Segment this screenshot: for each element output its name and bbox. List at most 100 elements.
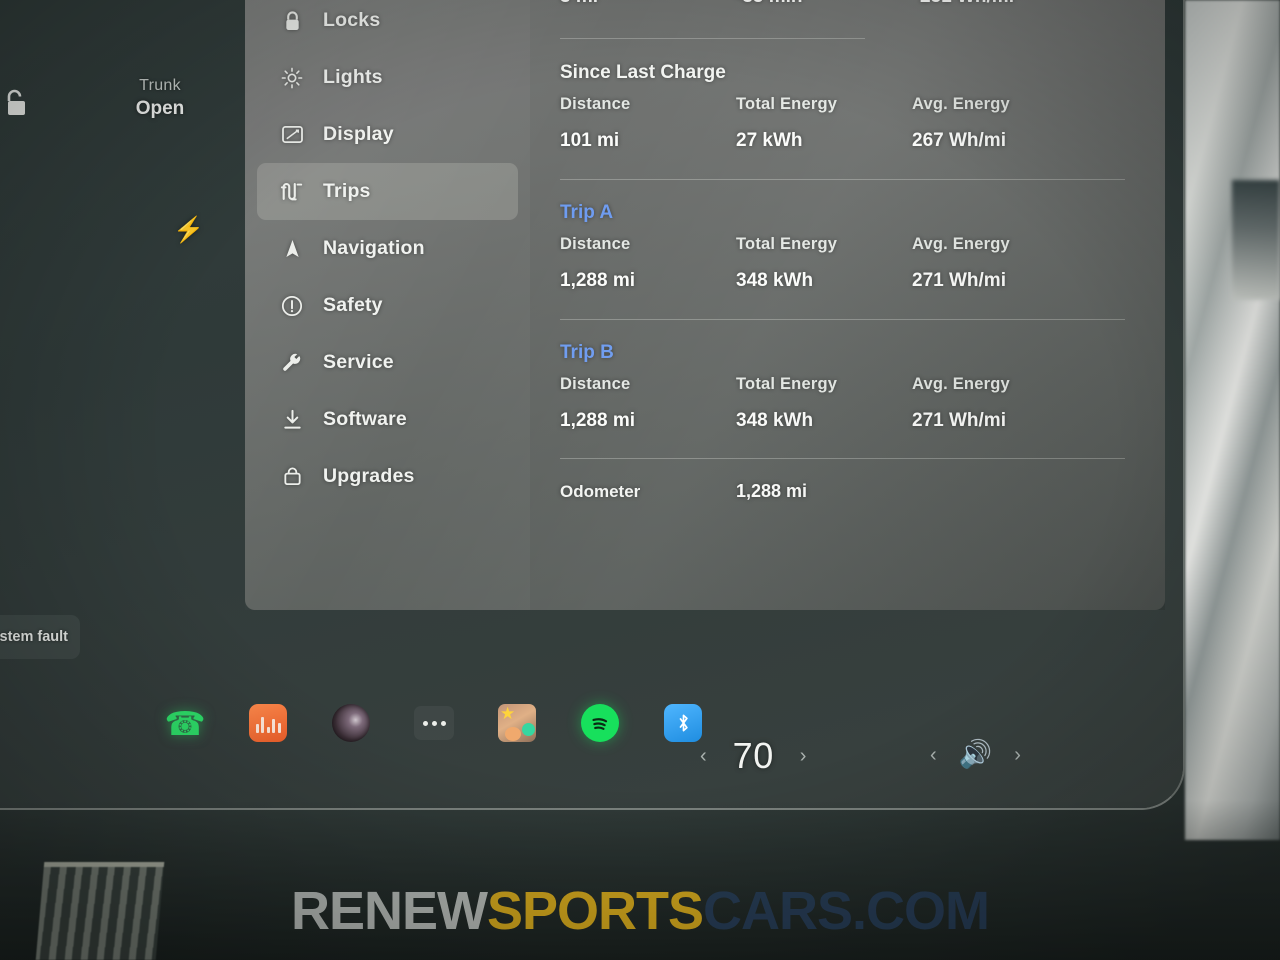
stat-label: Total Energy — [736, 235, 838, 253]
bluetooth-icon[interactable] — [663, 703, 703, 743]
phone-icon[interactable]: ☎ — [164, 703, 205, 743]
trips-icon — [277, 181, 307, 202]
stat-row: Distance 1,288 mi Total Energy 348 kWh A… — [560, 235, 1125, 292]
stat-value: 3 mi — [560, 0, 736, 8]
section-title[interactable]: Trip A — [560, 202, 1125, 224]
climate-control: ‹ 70 › — [700, 735, 806, 777]
sidebar-item-label: Locks — [323, 9, 381, 31]
bag-icon — [277, 466, 307, 487]
stat-label: Distance — [560, 375, 631, 393]
stat-row: Distance 1,288 mi Total Energy 348 kWh A… — [560, 375, 1125, 432]
watermark-part-3: CARS.COM — [703, 881, 990, 941]
window-glare-lower — [1232, 180, 1280, 300]
media-player-icon[interactable] — [248, 703, 288, 743]
sidebar-item-label: Navigation — [323, 237, 425, 259]
trips-panel: Current Trip Distance 3 mi Duration -35 … — [530, 0, 1165, 610]
trunk-status-value: Open — [135, 98, 185, 119]
toybox-icon[interactable]: ★ — [497, 703, 537, 743]
stat-label: Distance — [560, 235, 631, 253]
trip-section-a: Trip A Distance 1,288 mi Total Energy 34… — [560, 180, 1125, 292]
sidebar-item-software[interactable]: Software — [257, 391, 518, 448]
stat-value: 101 mi — [560, 130, 620, 151]
stat-avg-energy: Avg. Energy 271 Wh/mi — [912, 235, 1097, 292]
vehicle-status-column: Trunk Open ⚡ straint system fault — [0, 0, 245, 680]
odometer-row: Odometer 1,288 mi — [560, 481, 1125, 502]
sidebar-item-safety[interactable]: Safety — [257, 277, 518, 334]
section-title[interactable]: Trip B — [560, 342, 1125, 364]
sidebar-item-label: Safety — [323, 294, 383, 316]
stat-label: Avg. Energy — [912, 235, 1010, 253]
settings-dialog: Pedals & Steering Charging — [245, 0, 1165, 610]
navigation-arrow-icon — [277, 238, 307, 259]
trip-section-since-last-charge: Since Last Charge Distance 101 mi Total … — [560, 39, 1125, 152]
trip-section-current: Current Trip Distance 3 mi Duration -35 … — [560, 0, 1125, 8]
chevron-left-icon[interactable]: ‹ — [700, 746, 707, 766]
sidebar-item-locks[interactable]: Locks — [257, 0, 518, 49]
app-tray: ☎ ★ — [164, 703, 703, 743]
sidebar-item-label: Lights — [323, 66, 383, 88]
spotify-icon[interactable] — [580, 703, 620, 743]
download-icon — [277, 409, 307, 430]
watermark-part-1: RENEW — [290, 881, 488, 941]
stat-label: Avg. Energy — [912, 95, 1010, 113]
trunk-label: Trunk — [139, 77, 181, 94]
photo-scene: Trunk Open ⚡ straint system fault — [0, 0, 1280, 960]
stat-total-energy: Total Energy 27 kWh — [736, 95, 912, 152]
sidebar-item-navigation[interactable]: Navigation — [257, 220, 518, 277]
sidebar-item-label: Trips — [323, 180, 371, 202]
watermark: RENEWSPORTSCARS.COM — [0, 880, 1280, 942]
speaker-icon[interactable]: 🔊 — [959, 741, 993, 768]
stat-distance: Distance 101 mi — [560, 95, 736, 152]
chevron-left-icon[interactable]: ‹ — [930, 745, 937, 765]
more-apps-icon[interactable] — [414, 703, 454, 743]
stat-value: 251 Wh/mi — [920, 0, 1097, 8]
watermark-part-2: SPORTS — [486, 881, 704, 941]
stat-label: Total Energy — [736, 95, 838, 113]
sidebar-item-label: Service — [323, 351, 394, 373]
odometer-value: 1,288 mi — [736, 481, 808, 501]
stat-label: Distance — [560, 95, 631, 113]
slacker-radio-icon[interactable] — [331, 703, 371, 743]
touchscreen-display: Trunk Open ⚡ straint system fault — [0, 0, 1183, 808]
restraint-fault-alert[interactable]: straint system fault — [0, 615, 80, 659]
stat-row: Distance 101 mi Total Energy 27 kWh Avg.… — [560, 95, 1125, 152]
bottom-taskbar: ☎ ★ ‹ 70 › ‹ 🔊 › — [0, 685, 1183, 808]
sun-icon — [277, 67, 307, 89]
stat-label: Avg. Energy — [912, 375, 1010, 393]
display-icon — [277, 125, 307, 144]
equalizer-bars — [255, 714, 281, 733]
temperature-value[interactable]: 70 — [733, 735, 774, 777]
alert-circle-icon — [277, 295, 307, 317]
sidebar-item-lights[interactable]: Lights — [257, 49, 518, 106]
chevron-right-icon[interactable]: › — [800, 746, 807, 766]
volume-control: ‹ 🔊 › — [930, 741, 1021, 768]
sidebar-item-trips[interactable]: Trips — [257, 163, 518, 220]
stat-avg-energy: Avg. Energy 251 Wh/mi — [912, 0, 1097, 8]
stat-distance: Distance 3 mi — [560, 0, 736, 8]
sidebar-item-upgrades[interactable]: Upgrades — [257, 448, 518, 505]
sidebar-item-label: Upgrades — [323, 465, 415, 487]
chevron-right-icon[interactable]: › — [1014, 745, 1021, 765]
stat-avg-energy: Avg. Energy 267 Wh/mi — [912, 95, 1097, 152]
stat-avg-energy: Avg. Energy 271 Wh/mi — [912, 375, 1097, 432]
unlock-icon[interactable] — [2, 88, 30, 118]
stat-value: 271 Wh/mi — [912, 270, 1006, 291]
stat-value: 271 Wh/mi — [912, 410, 1006, 431]
stat-duration: Duration -35 min — [736, 0, 912, 8]
stat-value: 1,288 mi — [560, 410, 635, 431]
sidebar-item-label: Software — [323, 408, 407, 430]
sidebar-item-display[interactable]: Display — [257, 106, 518, 163]
stat-label: Total Energy — [736, 375, 838, 393]
wrench-icon — [277, 352, 307, 374]
stat-distance: Distance 1,288 mi — [560, 375, 736, 432]
touchscreen-bezel: Trunk Open ⚡ straint system fault — [0, 0, 1185, 810]
window-glare — [1185, 0, 1280, 840]
stat-value: 348 kWh — [736, 270, 814, 291]
section-divider — [560, 458, 1125, 459]
stat-total-energy: Total Energy 348 kWh — [736, 235, 912, 292]
sidebar-item-label: Display — [323, 123, 394, 145]
sidebar-item-service[interactable]: Service — [257, 334, 518, 391]
lock-icon — [277, 10, 307, 32]
stat-total-energy: Total Energy 348 kWh — [736, 375, 912, 432]
settings-nav-list: Pedals & Steering Charging — [245, 0, 530, 610]
